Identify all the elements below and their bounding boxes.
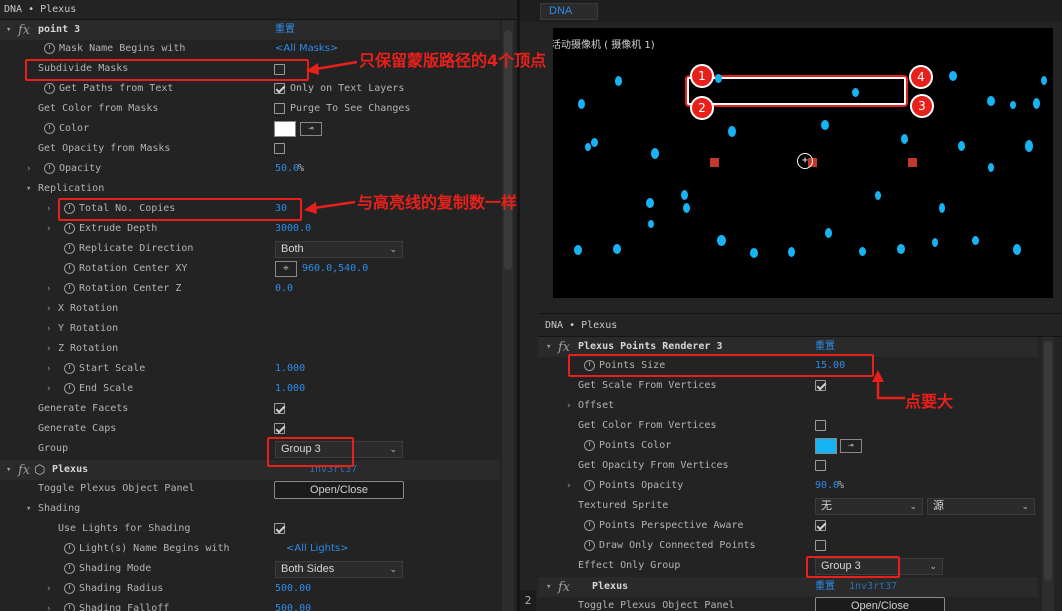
annotation-subdivide: 只保留蒙版路径的4个顶点	[359, 51, 547, 70]
annotation-points-size: 点要大	[905, 392, 954, 411]
annotation-copies: 与高亮线的复制数一样	[357, 193, 518, 212]
annotation-arrows	[304, 60, 905, 400]
